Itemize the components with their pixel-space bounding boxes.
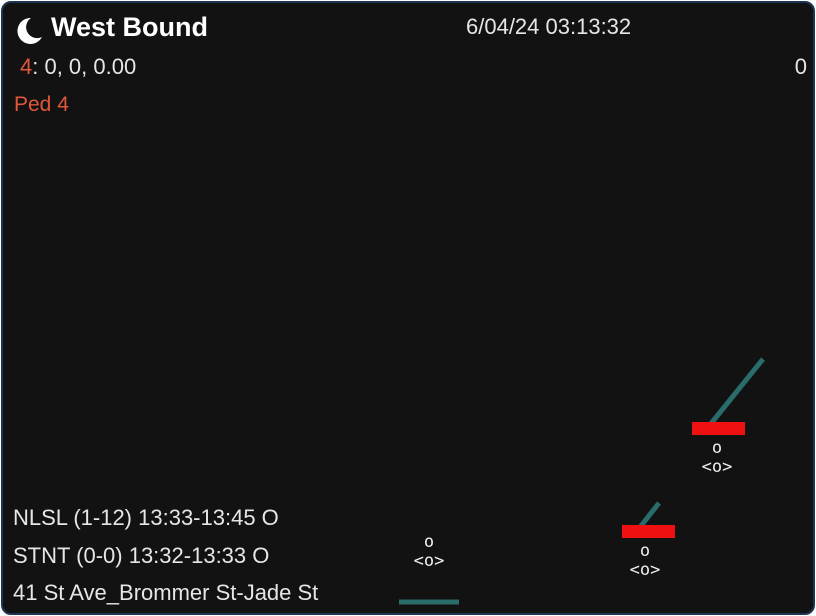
detector-state: o	[711, 438, 723, 458]
lane-line	[703, 357, 765, 433]
camera-view: West Bound 6/04/24 03:13:32 4: 0, 0, 0.0…	[1, 1, 815, 615]
detector-marker: o <o>	[403, 532, 455, 572]
detector-label: <o>	[413, 551, 445, 571]
detector-bar	[692, 422, 745, 435]
detector-bar	[622, 525, 675, 538]
location-label: 41 St Ave_Brommer St-Jade St	[13, 580, 319, 605]
detector-marker: o <o>	[619, 541, 671, 581]
detector-state: o	[639, 541, 651, 561]
detector-marker: o <o>	[691, 438, 743, 478]
detector-label: <o>	[701, 457, 733, 477]
info-line-nlsl: NLSL (1-12) 13:33-13:45 O	[13, 505, 279, 530]
detector-state: o	[423, 532, 435, 552]
detector-label: <o>	[629, 560, 661, 580]
info-line-stnt: STNT (0-0) 13:32-13:33 O	[13, 543, 270, 568]
